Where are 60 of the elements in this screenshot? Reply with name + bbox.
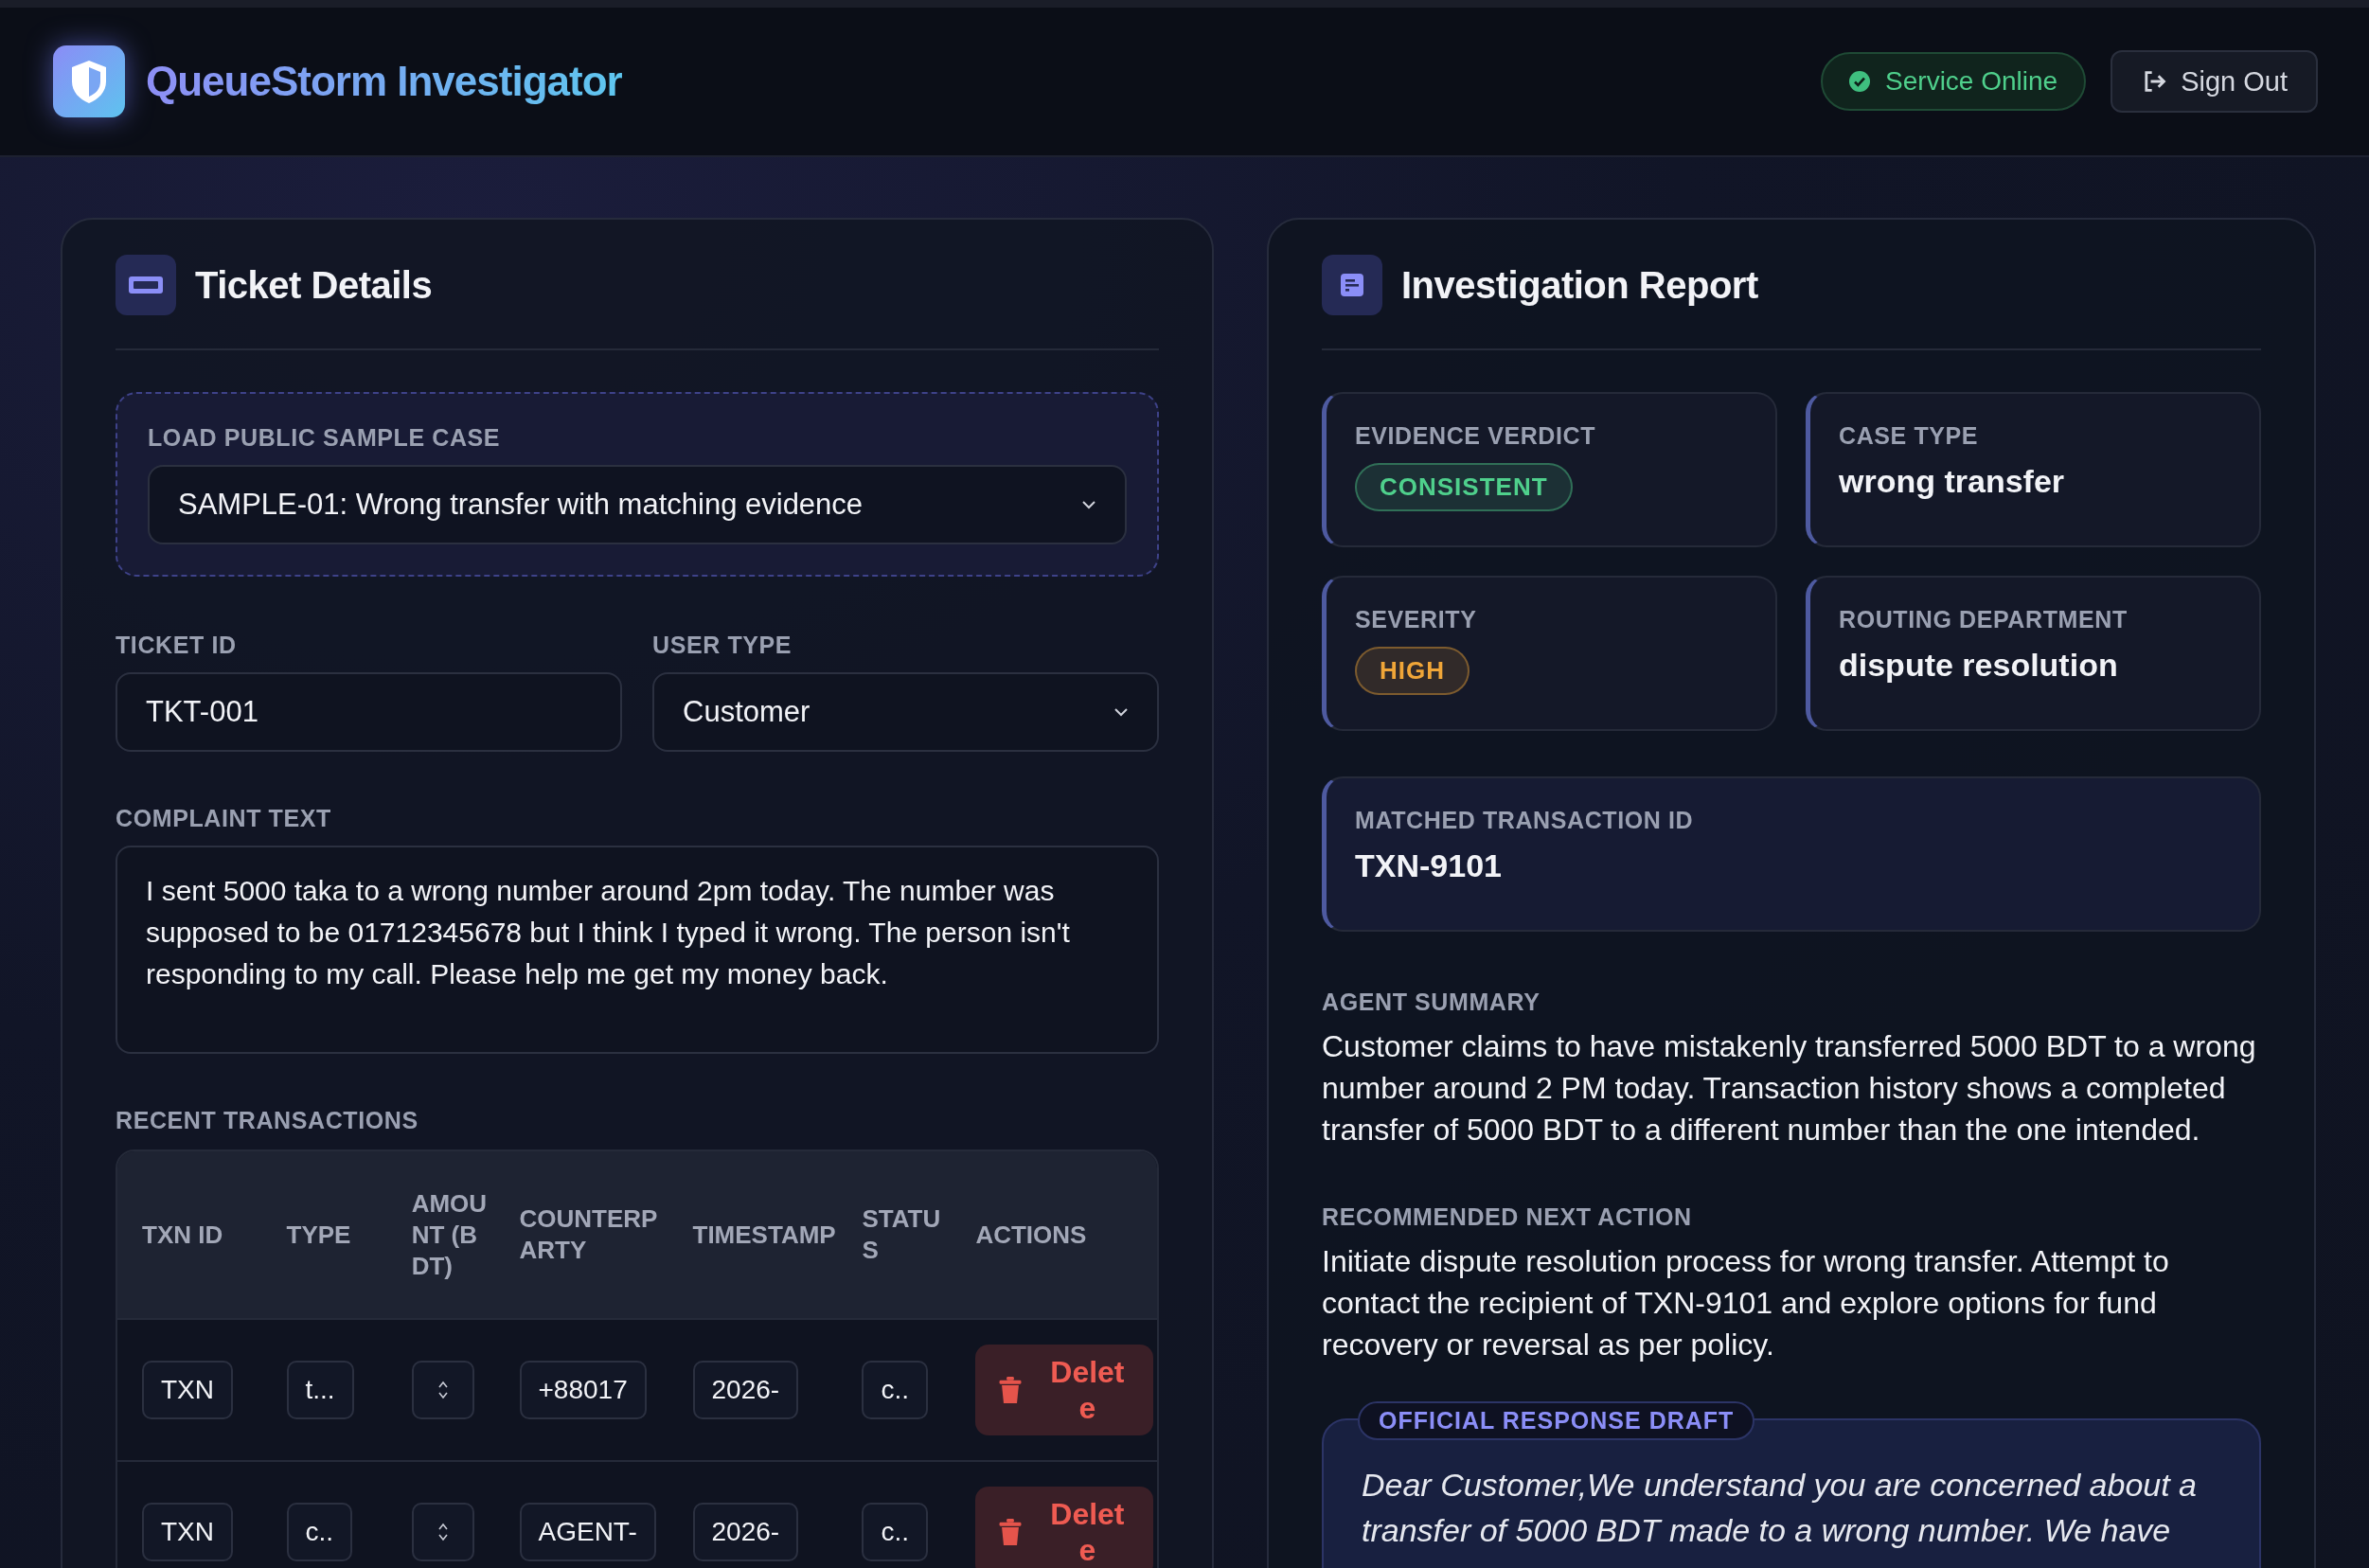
draft-label: OFFICIAL RESPONSE DRAFT xyxy=(1358,1401,1755,1440)
field-label: COMPLAINT TEXT xyxy=(116,805,332,832)
sample-select[interactable]: SAMPLE-01: Wrong transfer with matching evidence xyxy=(148,465,1127,544)
status-pill: CONSISTENT xyxy=(1355,463,1573,511)
cell-field[interactable]: c.. xyxy=(862,1361,928,1419)
delete-button[interactable]: Delete xyxy=(975,1487,1154,1568)
cell-field[interactable]: 2026- xyxy=(692,1503,799,1561)
cell-field[interactable]: c.. xyxy=(286,1503,353,1561)
stat-value: dispute resolution xyxy=(1839,647,2119,684)
document-icon xyxy=(1322,255,1382,315)
section-label: RECENT TRANSACTIONS xyxy=(116,1107,419,1134)
status-text: Service Online xyxy=(1885,66,2058,97)
user-type-select[interactable]: Customer xyxy=(652,672,1159,752)
cell-field[interactable]: t... xyxy=(286,1361,354,1419)
trash-icon xyxy=(998,1377,1024,1403)
stat-label: EVIDENCE VERDICT xyxy=(1355,422,1597,450)
cell-field[interactable]: 2026- xyxy=(692,1361,799,1419)
chevron-down-icon xyxy=(1081,500,1096,509)
stat-label: ROUTING DEPARTMENT xyxy=(1839,606,2129,633)
sign-out-button[interactable]: Sign Out xyxy=(2111,50,2318,113)
field-label: USER TYPE xyxy=(652,632,793,659)
column-header: COUNTERPARTY xyxy=(519,1204,658,1264)
ticket-icon xyxy=(116,255,176,315)
card-title: Investigation Report xyxy=(1401,263,1758,307)
draft-text: Dear Customer,We understand you are concerned about a transfer of 5000 BDT made to a wrong number. We have xyxy=(1362,1466,2198,1550)
stat-value: wrong transfer xyxy=(1839,463,2066,500)
delete-button[interactable]: Delete xyxy=(975,1345,1154,1435)
chevron-down-icon xyxy=(1113,707,1129,717)
section-label: AGENT SUMMARY xyxy=(1322,989,1541,1016)
status-pill: HIGH xyxy=(1355,647,1469,695)
stat-label: SEVERITY xyxy=(1355,606,1478,633)
spinner-icon xyxy=(436,1522,449,1542)
section-label: RECOMMENDED NEXT ACTION xyxy=(1322,1203,1693,1231)
column-header: STATUS xyxy=(862,1204,941,1264)
shield-logo-icon xyxy=(53,45,125,117)
cell-field[interactable]: TXN xyxy=(142,1361,233,1419)
column-header: TIMESTAMP xyxy=(692,1220,836,1249)
column-header: ACTIONS xyxy=(975,1220,1087,1249)
card-title: Ticket Details xyxy=(195,263,433,307)
cell-field[interactable]: TXN xyxy=(142,1503,233,1561)
complaint-field[interactable]: I sent 5000 taka to a wrong number around 2pm today. The number was supposed to be 01712345678 but I think I typed it wrong. The person isn't responding to my call. Please help me get my money back. xyxy=(116,846,1159,1054)
number-field[interactable] xyxy=(411,1503,474,1561)
number-field[interactable] xyxy=(411,1361,474,1419)
stat-value: TXN-9101 xyxy=(1355,847,1503,884)
stat-label: CASE TYPE xyxy=(1839,422,1980,450)
field-label: LOAD PUBLIC SAMPLE CASE xyxy=(148,424,502,452)
cell-field[interactable]: c.. xyxy=(862,1503,928,1561)
cell-field[interactable]: +88017 xyxy=(519,1361,647,1419)
column-header: AMOUNT (BDT) xyxy=(411,1188,488,1280)
stat-label: MATCHED TRANSACTION ID xyxy=(1355,807,1695,834)
spinner-icon xyxy=(436,1380,449,1400)
ticket-id-field[interactable]: TKT-001 xyxy=(116,672,622,752)
summary-text: Customer claims to have mistakenly transferred 5000 BDT to a wrong number around 2 PM today. Transaction history shows a completed transfer of 5000 BDT to a different number than the one intended. xyxy=(1322,1028,2257,1149)
field-label: TICKET ID xyxy=(116,632,238,659)
cell-field[interactable]: AGENT- xyxy=(519,1503,656,1561)
column-header: TYPE xyxy=(286,1220,351,1249)
check-circle-icon xyxy=(1849,71,1871,92)
next-action-text: Initiate dispute resolution process for wrong transfer. Attempt to contact the recipient of TXN-9101 and explore options for fund recovery or reversal as per policy. xyxy=(1322,1243,2170,1363)
trash-icon xyxy=(998,1519,1024,1545)
column-header: TXN ID xyxy=(142,1220,223,1249)
